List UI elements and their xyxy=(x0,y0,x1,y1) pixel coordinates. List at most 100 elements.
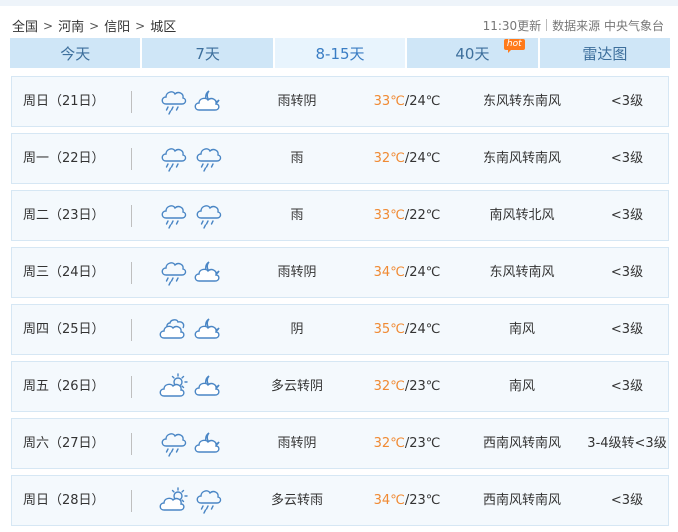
breadcrumb-item-province[interactable]: 河南 xyxy=(58,20,84,35)
wind-direction: 西南风转南风 xyxy=(482,436,561,451)
data-source: 数据来源 中央气象台 xyxy=(552,19,664,33)
wind-level: 3-4级转<3级 xyxy=(587,436,667,451)
wind-direction: 东风转南风 xyxy=(489,265,555,280)
breadcrumb-item-district: 城区 xyxy=(150,20,177,35)
tab-label: 今天 xyxy=(60,44,91,63)
forecast-day: 周四（25日） xyxy=(23,322,105,337)
forecast-day: 周一（22日） xyxy=(23,151,105,166)
forecast-row: 周二（23日） 雨 33℃/22℃ 南风转北风 <3级 xyxy=(11,190,669,241)
breadcrumb-bar: 全国 > 河南 > 信阳 > 城区 11:30更新 数据来源 中央气象台 xyxy=(0,6,678,38)
tab-label: 雷达图 xyxy=(582,44,628,63)
wind-direction: 东风转东南风 xyxy=(482,94,561,109)
forecast-tabs: 今天 7天 8-15天 40天 hot 雷达图 xyxy=(10,38,671,68)
low-temp: /23℃ xyxy=(404,493,441,508)
high-temp: 33℃ xyxy=(373,94,405,109)
wind-direction: 西南风转南风 xyxy=(482,493,561,508)
rain-cloud-icon xyxy=(193,144,223,172)
temperature: 34℃/24℃ xyxy=(362,248,452,297)
divider xyxy=(131,148,132,170)
divider xyxy=(131,376,132,398)
temperature: 33℃/24℃ xyxy=(362,77,452,126)
weather-condition: 多云转阴 xyxy=(270,379,323,394)
low-temp: /24℃ xyxy=(404,322,441,337)
high-temp: 32℃ xyxy=(373,151,405,166)
wind-level: <3级 xyxy=(610,151,644,166)
low-temp: /22℃ xyxy=(404,208,441,223)
cloudy-night-icon xyxy=(193,315,223,343)
low-temp: /24℃ xyxy=(404,94,441,109)
breadcrumb-item-city[interactable]: 信阳 xyxy=(104,20,130,35)
partly-sunny-icon xyxy=(158,372,188,400)
forecast-day: 周日（28日） xyxy=(23,493,105,508)
weather-condition: 多云转雨 xyxy=(270,493,323,508)
rain-cloud-icon xyxy=(158,144,188,172)
rain-cloud-icon xyxy=(158,429,188,457)
cloudy-night-icon xyxy=(193,258,223,286)
high-temp: 32℃ xyxy=(373,379,405,394)
tab-radar[interactable]: 雷达图 xyxy=(539,38,671,68)
low-temp: /23℃ xyxy=(404,379,441,394)
forecast-day: 周日（21日） xyxy=(23,94,105,109)
forecast-day: 周五（26日） xyxy=(23,379,105,394)
tab-label: 7天 xyxy=(195,44,220,63)
weather-condition: 雨转阴 xyxy=(277,436,317,451)
forecast-row: 周四（25日） 阴 35℃/24℃ 南风 <3级 xyxy=(11,304,669,355)
high-temp: 34℃ xyxy=(373,493,405,508)
high-temp: 33℃ xyxy=(373,208,405,223)
rain-cloud-icon xyxy=(158,258,188,286)
wind-direction: 东南风转南风 xyxy=(482,151,561,166)
tab-40-days[interactable]: 40天 hot xyxy=(407,38,538,68)
data-source-info: 11:30更新 数据来源 中央气象台 xyxy=(483,17,664,34)
cloudy-night-icon xyxy=(193,429,223,457)
forecast-row: 周三（24日） 雨转阴 34℃/24℃ 东风转南风 <3级 xyxy=(11,247,669,298)
rain-cloud-icon xyxy=(158,87,188,115)
tab-today[interactable]: 今天 xyxy=(10,38,141,68)
wind-level: <3级 xyxy=(610,493,644,508)
divider xyxy=(546,19,548,31)
forecast-list: 周日（21日） 雨转阴 33℃/24℃ 东风转东南风 <3级 周一（22日）雨 32℃/24… xyxy=(11,76,669,532)
temperature: 35℃/24℃ xyxy=(362,305,452,354)
forecast-row: 周日（21日） 雨转阴 33℃/24℃ 东风转东南风 <3级 xyxy=(11,76,669,127)
wind-direction: 南风 xyxy=(508,379,535,394)
forecast-day: 周三（24日） xyxy=(23,265,105,280)
wind-direction: 南风 xyxy=(508,322,535,337)
temperature: 32℃/24℃ xyxy=(362,134,452,183)
low-temp: /24℃ xyxy=(404,265,441,280)
hot-badge: hot xyxy=(503,39,525,53)
divider xyxy=(131,262,132,284)
wind-level: <3级 xyxy=(610,265,644,280)
cloudy-night-icon xyxy=(193,372,223,400)
breadcrumb-separator: > xyxy=(43,18,54,33)
breadcrumb-item-country[interactable]: 全国 xyxy=(12,20,38,35)
high-temp: 34℃ xyxy=(373,265,405,280)
temperature: 34℃/23℃ xyxy=(362,476,452,525)
cloudy-night-icon xyxy=(193,87,223,115)
divider xyxy=(131,205,132,227)
tab-7-days[interactable]: 7天 xyxy=(142,38,273,68)
weather-condition: 雨 xyxy=(290,208,304,223)
tab-label: 40天 xyxy=(455,44,490,63)
temperature: 32℃/23℃ xyxy=(362,419,452,468)
wind-level: <3级 xyxy=(610,322,644,337)
tab-8-15-days[interactable]: 8-15天 xyxy=(274,38,406,68)
wind-level: <3级 xyxy=(610,379,644,394)
temperature: 33℃/22℃ xyxy=(362,191,452,240)
low-temp: /23℃ xyxy=(404,436,441,451)
divider xyxy=(131,91,132,113)
high-temp: 32℃ xyxy=(373,436,405,451)
divider xyxy=(131,319,132,341)
forecast-row: 周六（27日） 雨转阴 32℃/23℃ 西南风转南风 3-4级转<3级 xyxy=(11,418,669,469)
update-time: 11:30更新 xyxy=(482,19,542,33)
breadcrumb: 全国 > 河南 > 信阳 > 城区 xyxy=(12,16,177,36)
divider xyxy=(131,433,132,455)
breadcrumb-separator: > xyxy=(135,18,146,33)
forecast-row: 周一（22日） 雨 32℃/24℃ 东南风转南风 <3级 xyxy=(11,133,669,184)
wind-level: <3级 xyxy=(610,208,644,223)
forecast-row: 周日（28日） 多云转雨 34℃/23℃ 西南风转南风 <3级 xyxy=(11,475,669,526)
low-temp: /24℃ xyxy=(404,151,441,166)
partly-sunny-icon xyxy=(158,486,188,514)
overcast-cloud-icon xyxy=(158,315,188,343)
rain-cloud-icon xyxy=(193,201,223,229)
forecast-day: 周六（27日） xyxy=(23,436,105,451)
weather-condition: 阴 xyxy=(290,322,304,337)
